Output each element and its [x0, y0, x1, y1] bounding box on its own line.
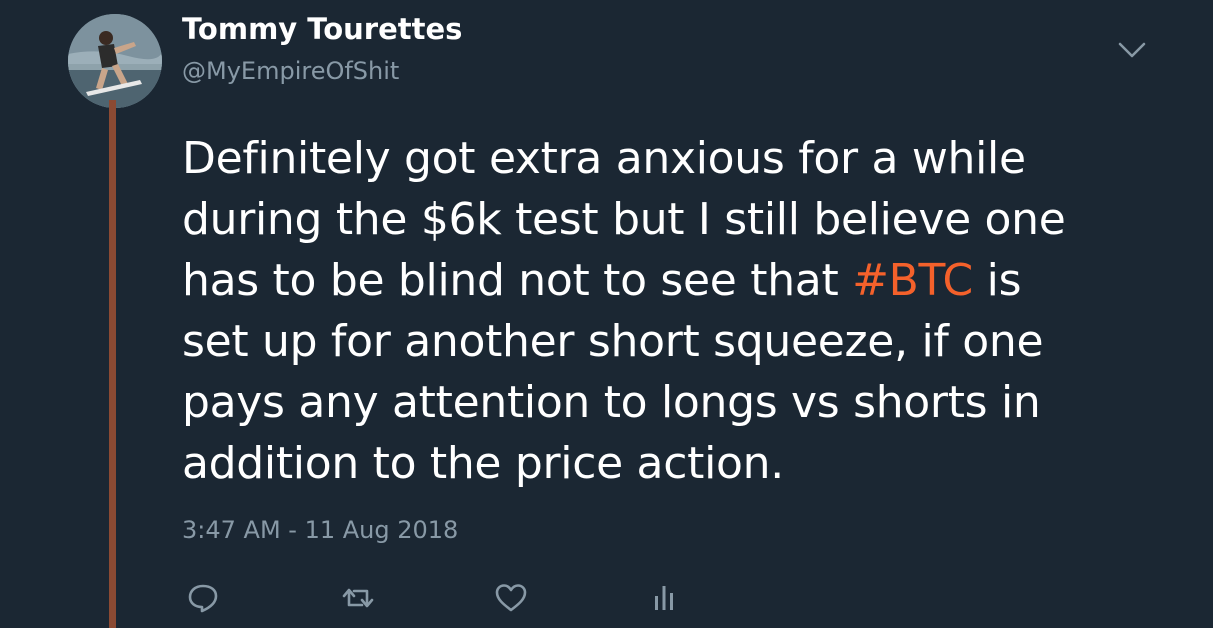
user-handle[interactable]: @MyEmpireOfShit	[182, 57, 399, 85]
thread-line	[109, 100, 116, 628]
tweet-line-text: has to be blind not to see that	[182, 255, 853, 306]
heart-icon[interactable]	[493, 580, 529, 616]
avatar[interactable]	[68, 14, 162, 108]
tweet-line: during the $6k test but I still believe …	[182, 194, 1066, 245]
display-name[interactable]: Tommy Tourettes	[182, 12, 462, 46]
avatar-photo	[68, 14, 162, 108]
hashtag-link[interactable]: #BTC	[852, 255, 973, 306]
tweet-line: pays any attention to longs vs shorts in	[182, 377, 1041, 428]
tweet-line: set up for another short squeeze, if one	[182, 316, 1044, 367]
reply-icon[interactable]	[185, 580, 221, 616]
analytics-icon[interactable]	[646, 580, 682, 616]
tweet-timestamp[interactable]: 3:47 AM - 11 Aug 2018	[182, 516, 458, 544]
tweet-line: has to be blind not to see that #BTC is	[182, 250, 1182, 311]
retweet-icon[interactable]	[340, 580, 376, 616]
tweet-line: Definitely got extra anxious for a while	[182, 133, 1026, 184]
tweet-line: addition to the price action.	[182, 438, 784, 489]
tweet-text: Definitely got extra anxious for a while…	[182, 128, 1182, 494]
tweet-line-text: is	[972, 255, 1022, 306]
chevron-down-icon[interactable]	[1116, 36, 1148, 64]
